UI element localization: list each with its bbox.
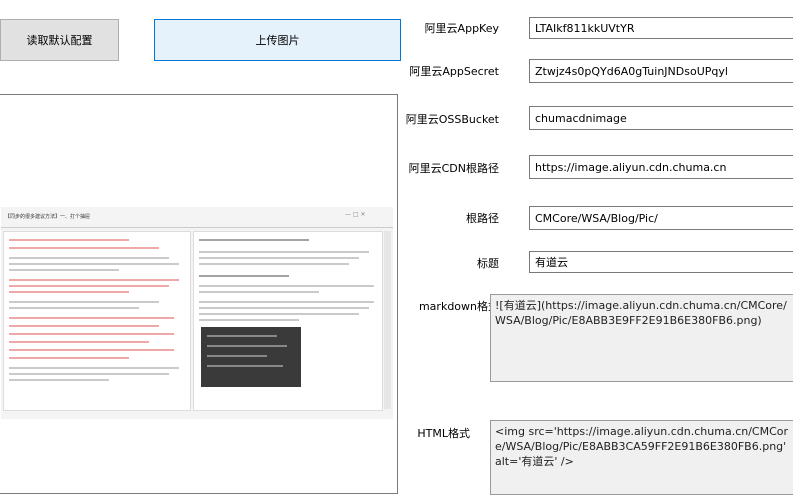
appsecret-label: 阿里云AppSecret <box>409 65 499 78</box>
html-output[interactable]: <img src='https://image.aliyun.cdn.chuma… <box>490 420 793 495</box>
preview-doc-title: 【同步的很多建议方法】一、打个抽屉 <box>5 214 91 220</box>
markdown-output[interactable]: ![有道云](https://image.aliyun.cdn.chuma.cn… <box>490 294 793 382</box>
html-format-label: HTML格式 <box>417 427 470 440</box>
cdn-root-label: 阿里云CDN根路径 <box>408 162 499 175</box>
title-label: 标题 <box>477 257 499 270</box>
markdown-format-label: markdown格式 <box>418 300 499 313</box>
appkey-label: 阿里云AppKey <box>424 22 499 35</box>
title-input[interactable]: 有道云 <box>529 251 793 273</box>
upload-image-button[interactable]: 上传图片 <box>154 19 401 61</box>
cdn-root-input[interactable]: https://image.aliyun.cdn.chuma.cn <box>529 155 793 179</box>
appkey-input[interactable]: LTAIkf811kkUVtYR <box>529 17 793 39</box>
root-path-label: 根路径 <box>466 212 499 225</box>
preview-scrollbar <box>384 231 391 409</box>
oss-bucket-input[interactable]: chumacdnimage <box>529 106 793 130</box>
appsecret-input[interactable]: Ztwjz4s0pQYd6A0gTuinJNDsoUPqyl <box>529 59 793 83</box>
preview-window-controls-icon: — □ ✕ <box>345 211 366 218</box>
image-preview: 【同步的很多建议方法】一、打个抽屉 — □ ✕ <box>0 94 398 494</box>
oss-bucket-label: 阿里云OSSBucket <box>405 113 499 126</box>
load-default-config-button[interactable]: 读取默认配置 <box>0 19 119 61</box>
preview-screenshot: 【同步的很多建议方法】一、打个抽屉 — □ ✕ <box>1 207 393 419</box>
root-path-input[interactable]: CMCore/WSA/Blog/Pic/ <box>529 206 793 230</box>
